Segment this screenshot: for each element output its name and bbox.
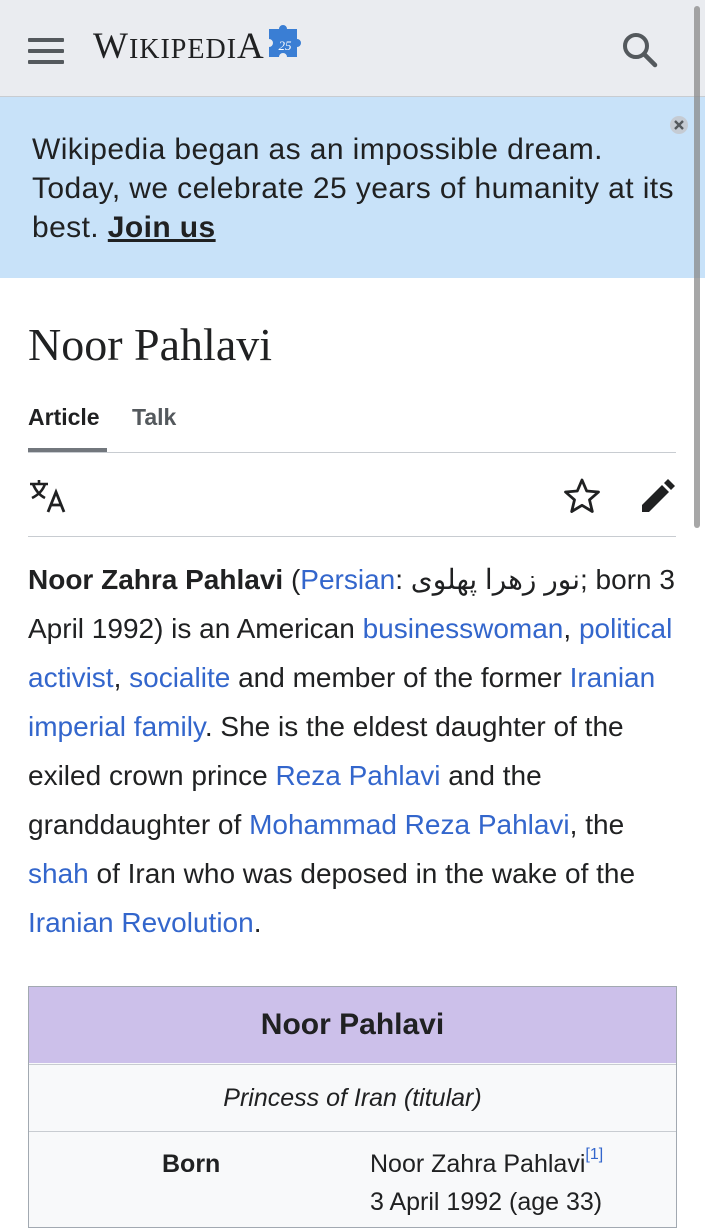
wikipedia-logo[interactable]: WIKIPEDIA 25 [93,22,307,70]
hamburger-menu-icon[interactable] [28,34,64,64]
page-title: Noor Pahlavi [28,319,273,370]
link-reza-pahlavi[interactable]: Reza Pahlavi [275,760,440,791]
infobox-subtitle: Princess of Iran (titular) [29,1064,676,1131]
link-mohammad-reza-pahlavi[interactable]: Mohammad Reza Pahlavi [249,809,570,840]
watch-star-icon[interactable] [562,476,602,516]
svg-text:25: 25 [278,38,292,53]
infobox-row-born: Born Noor Zahra Pahlavi[1] 3 April 1992 … [29,1131,676,1232]
born-name: Noor Zahra Pahlavi[1] [370,1146,604,1178]
banner-message: Wikipedia began as an impossible dream. … [32,133,674,244]
page-actions-toolbar [28,470,676,537]
puzzle-25-icon: 25 [268,25,301,57]
born-date: 3 April 1992 (age 33) [370,1188,603,1216]
infobox: Noor Pahlavi Princess of Iran (titular) … [28,986,677,1228]
subject-name: Noor Zahra Pahlavi [28,564,284,595]
link-businesswoman[interactable]: businesswoman [363,613,564,644]
logo-wordmark: WIKIPEDIA [93,25,265,67]
tab-article[interactable]: Article [28,404,100,431]
article-intro-paragraph: Noor Zahra Pahlavi (Persian: نور زهرا په… [28,564,675,938]
link-shah[interactable]: shah [28,858,89,889]
born-label: Born [162,1150,221,1178]
link-socialite[interactable]: socialite [129,662,230,693]
tab-talk[interactable]: Talk [132,404,176,431]
infobox-title: Noor Pahlavi [29,987,676,1063]
search-icon[interactable] [620,30,660,70]
join-us-link[interactable]: Join us [108,211,216,244]
page-tabs: Article Talk [28,404,676,453]
reference-link[interactable]: [1] [585,1146,603,1163]
active-tab-indicator [28,448,107,452]
edit-pencil-icon[interactable] [638,476,678,516]
link-persian[interactable]: Persian [300,564,395,595]
language-icon[interactable] [28,476,68,516]
scrollbar[interactable] [694,6,700,528]
link-iranian-revolution[interactable]: Iranian Revolution [28,907,254,938]
